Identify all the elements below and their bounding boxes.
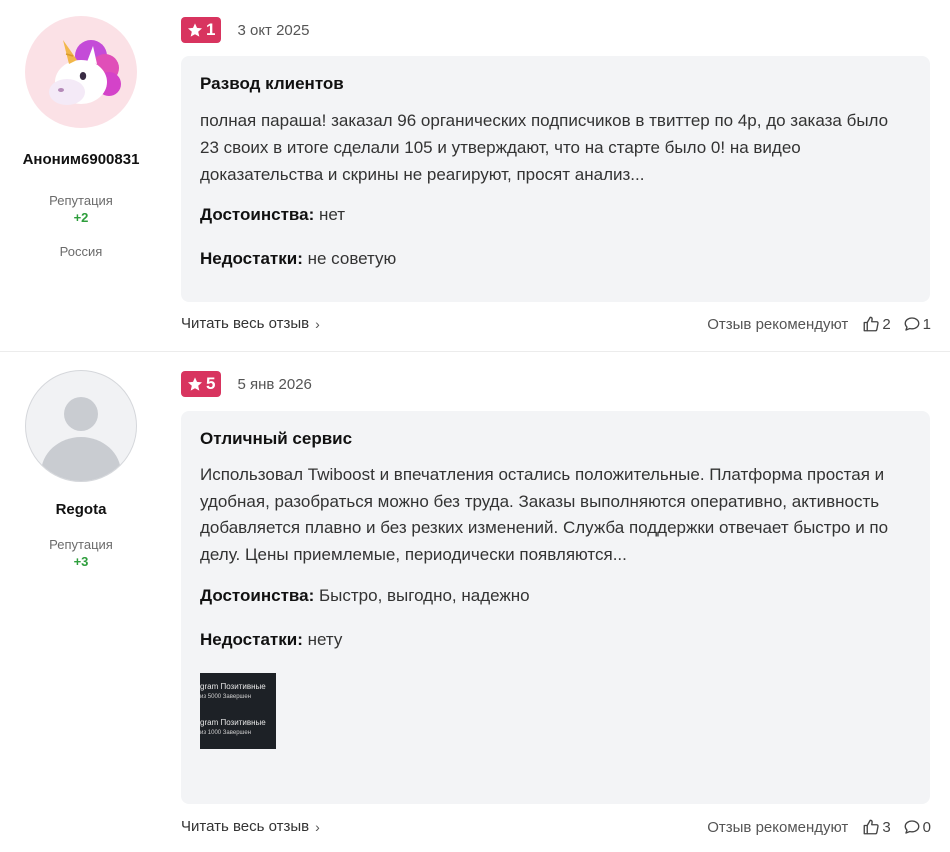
review-card: Regota Репутация +3 5 5 янв 2026 Отличны… — [0, 352, 950, 852]
review-meta: 5 5 янв 2026 — [181, 371, 312, 397]
comment-icon — [904, 317, 920, 331]
reputation-label: Репутация — [49, 193, 113, 208]
comment-count: 0 — [922, 818, 931, 836]
rating-value: 5 — [206, 374, 216, 393]
review-author: Regota Репутация +3 — [0, 352, 162, 569]
default-user-icon[interactable] — [25, 370, 137, 482]
star-icon — [188, 377, 202, 391]
read-more-link[interactable]: Читать весь отзыв › — [181, 818, 320, 835]
review-body: Отличный сервис Использовал Twiboost и в… — [181, 411, 930, 804]
rating-badge: 5 — [181, 371, 222, 397]
like-button[interactable]: 3 — [862, 818, 891, 836]
review-text: полная параша! заказал 96 органических п… — [200, 111, 889, 184]
reputation-value: +3 — [73, 554, 89, 569]
author-name[interactable]: Regota — [0, 501, 162, 518]
read-more-label: Читать весь отзыв — [181, 315, 310, 332]
comment-button[interactable]: 0 — [903, 818, 931, 836]
read-more-label: Читать весь отзыв — [181, 818, 310, 835]
comment-count: 1 — [922, 315, 931, 333]
reputation-value: +2 — [73, 210, 89, 225]
thumb-text: gram Позитивные — [200, 682, 266, 691]
review-title[interactable]: Отличный сервис — [200, 429, 930, 449]
thumbs-up-icon — [863, 819, 879, 835]
read-more-link[interactable]: Читать весь отзыв › — [181, 315, 320, 332]
review-cons: Недостатки: нету — [200, 629, 930, 651]
thumb-text: из 5000 Завершен — [200, 694, 252, 700]
pros-text: нет — [319, 205, 346, 224]
recommend-area: Отзыв рекомендуют 2 1 — [707, 315, 931, 333]
review-date: 3 окт 2025 — [237, 21, 310, 39]
cons-text: не советую — [307, 249, 397, 268]
comment-icon — [904, 820, 920, 834]
review-cons: Недостатки: не советую — [200, 248, 930, 270]
review-meta: 1 3 окт 2025 — [181, 17, 309, 43]
author-country: Россия — [59, 244, 103, 259]
like-count: 2 — [882, 315, 891, 333]
thumb-text: из 1000 Завершен — [200, 730, 252, 736]
review-author: Аноним6900831 Репутация +2 Россия — [0, 0, 162, 259]
pros-label: Достоинства: — [200, 586, 315, 605]
review-text: Использовал Twiboost и впечатления остал… — [200, 465, 889, 564]
review-footer: Читать весь отзыв › Отзыв рекомендуют 3 … — [181, 818, 931, 838]
cons-text: нету — [307, 630, 343, 649]
cons-label: Недостатки: — [200, 249, 303, 268]
rating-value: 1 — [206, 20, 216, 39]
chevron-right-icon: › — [315, 818, 320, 835]
review-date: 5 янв 2026 — [237, 375, 312, 393]
cons-label: Недостатки: — [200, 630, 303, 649]
review-pros: Достоинства: Быстро, выгодно, надежно — [200, 585, 930, 607]
recommend-area: Отзыв рекомендуют 3 0 — [707, 818, 931, 836]
thumbs-up-icon — [863, 316, 879, 332]
chevron-right-icon: › — [315, 315, 320, 332]
review-image-thumbnail[interactable]: gram Позитивные из 5000 Завершен gram По… — [200, 673, 276, 749]
pros-text: Быстро, выгодно, надежно — [319, 586, 530, 605]
review-card: Аноним6900831 Репутация +2 Россия 1 3 ок… — [0, 0, 950, 352]
rating-badge: 1 — [181, 17, 222, 43]
review-pros: Достоинства: нет — [200, 204, 930, 226]
thumb-text: gram Позитивные — [200, 718, 266, 727]
review-title[interactable]: Развод клиентов — [200, 74, 930, 94]
unicorn-icon[interactable] — [25, 16, 137, 128]
star-icon — [188, 23, 202, 37]
like-button[interactable]: 2 — [862, 315, 891, 333]
comment-button[interactable]: 1 — [903, 315, 931, 333]
reputation-label: Репутация — [49, 537, 113, 552]
like-count: 3 — [882, 818, 891, 836]
recommend-label: Отзыв рекомендуют — [707, 818, 849, 836]
review-body: Развод клиентов полная параша! заказал 9… — [181, 56, 930, 302]
pros-label: Достоинства: — [200, 205, 315, 224]
review-footer: Читать весь отзыв › Отзыв рекомендуют 2 … — [181, 315, 931, 335]
recommend-label: Отзыв рекомендуют — [707, 315, 849, 333]
author-name[interactable]: Аноним6900831 — [0, 151, 162, 168]
